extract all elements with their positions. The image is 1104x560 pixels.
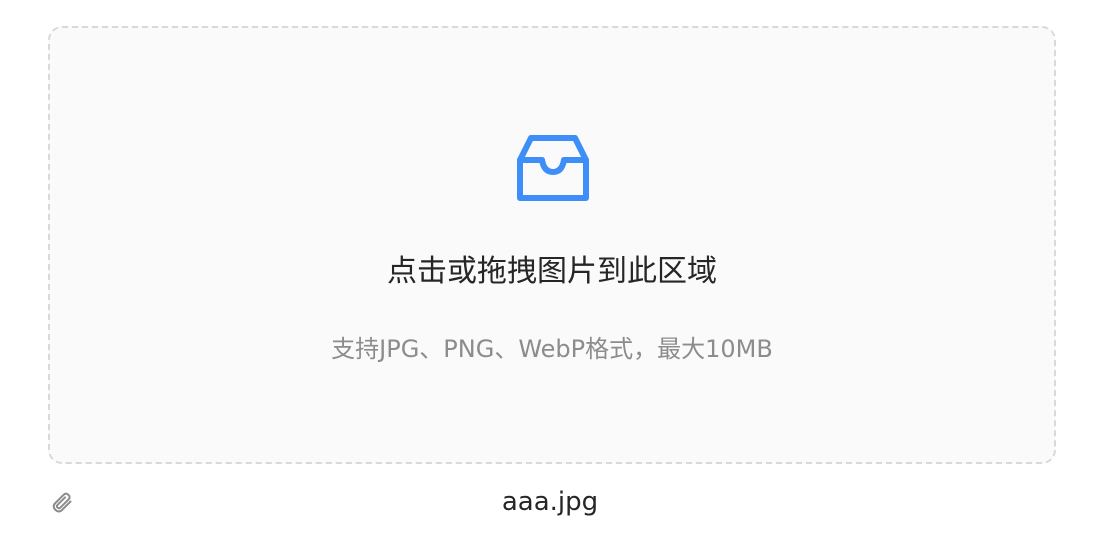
upload-hint: 支持JPG、PNG、WebP格式，最大10MB: [331, 335, 773, 363]
upload-dropzone[interactable]: 点击或拖拽图片到此区域 支持JPG、PNG、WebP格式，最大10MB: [48, 26, 1056, 464]
file-name[interactable]: aaa.jpg: [48, 484, 1052, 520]
inbox-icon: [515, 130, 591, 206]
upload-title: 点击或拖拽图片到此区域: [387, 254, 717, 289]
upload-root: 点击或拖拽图片到此区域 支持JPG、PNG、WebP格式，最大10MB aaa.…: [0, 0, 1104, 560]
file-list-item[interactable]: aaa.jpg: [48, 478, 1052, 526]
